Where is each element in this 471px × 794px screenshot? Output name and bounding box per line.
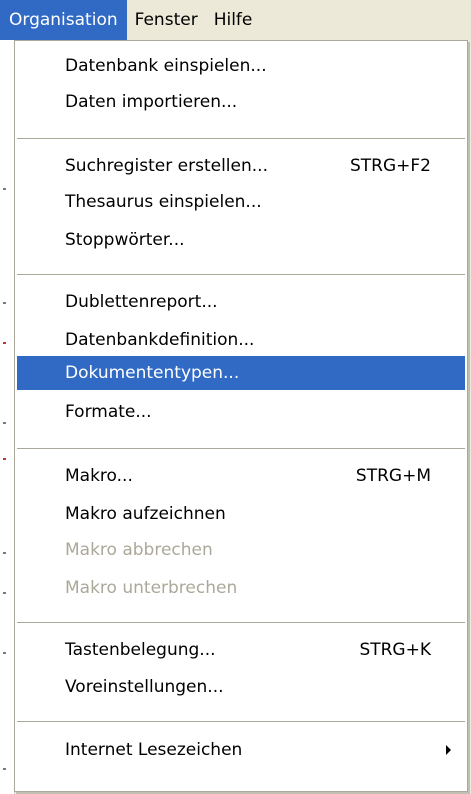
menu-item-label: Tastenbelegung...	[65, 640, 216, 660]
menu-item-datenbankdefinition[interactable]: Datenbankdefinition...	[17, 323, 465, 357]
menu-item-formate[interactable]: Formate...	[17, 395, 465, 429]
menu-item-label: Daten importieren...	[65, 92, 238, 112]
menu-item-shortcut: STRG+F2	[350, 156, 431, 176]
menu-item-label: Formate...	[65, 402, 152, 422]
menu-item-shortcut: STRG+K	[359, 640, 431, 660]
menu-item-label: Makro...	[65, 466, 133, 486]
menu-item-makro-abbrechen: Makro abbrechen	[17, 533, 465, 567]
menu-item-shortcut: STRG+M	[355, 466, 431, 486]
menu-item-label: Voreinstellungen...	[65, 677, 224, 697]
menu-item-dokumententypen[interactable]: Dokumententypen...	[17, 356, 465, 390]
menu-item-thesaurus-einspielen[interactable]: Thesaurus einspielen...	[17, 185, 465, 219]
menu-item-label: Dokumententypen...	[65, 363, 240, 383]
background-window-edge	[0, 40, 15, 794]
menu-separator	[17, 274, 465, 275]
menu-item-label: Stoppwörter...	[65, 230, 185, 250]
menu-separator	[17, 721, 465, 722]
menu-item-label: Internet Lesezeichen	[65, 740, 243, 760]
menu-item-datenbank-einspielen[interactable]: Datenbank einspielen...	[17, 49, 465, 83]
menu-separator	[17, 448, 465, 449]
menu-item-makro-aufzeichnen[interactable]: Makro aufzeichnen	[17, 497, 465, 531]
menu-item-daten-importieren[interactable]: Daten importieren...	[17, 85, 465, 119]
menu-separator	[17, 622, 465, 623]
submenu-arrow-icon	[446, 745, 451, 755]
menu-item-internet-lesezeichen[interactable]: Internet Lesezeichen	[17, 733, 465, 767]
menu-item-label: Makro aufzeichnen	[65, 504, 226, 524]
menu-item-makro-unterbrechen: Makro unterbrechen	[17, 571, 465, 605]
menubar-item-organisation[interactable]: Organisation	[0, 0, 127, 40]
menu-item-label: Makro unterbrechen	[65, 578, 238, 598]
menubar-item-fenster[interactable]: Fenster	[127, 0, 206, 40]
menu-item-label: Datenbankdefinition...	[65, 330, 255, 350]
menu-item-label: Makro abbrechen	[65, 540, 213, 560]
menu-item-stoppwoerter[interactable]: Stoppwörter...	[17, 223, 465, 257]
menu-item-suchregister-erstellen[interactable]: Suchregister erstellen... STRG+F2	[17, 149, 465, 183]
menu-item-label: Datenbank einspielen...	[65, 56, 267, 76]
menu-item-label: Thesaurus einspielen...	[65, 192, 262, 212]
menu-item-voreinstellungen[interactable]: Voreinstellungen...	[17, 670, 465, 704]
menu-separator	[17, 138, 465, 139]
menu-item-dublettenreport[interactable]: Dublettenreport...	[17, 285, 465, 319]
screen: Organisation Fenster Hilfe Datenbank ein…	[0, 0, 471, 794]
menu-item-label: Suchregister erstellen...	[65, 156, 268, 176]
menu-item-label: Dublettenreport...	[65, 292, 218, 312]
menu-item-makro[interactable]: Makro... STRG+M	[17, 459, 465, 493]
menu-bar: Organisation Fenster Hilfe	[0, 0, 471, 40]
organisation-menu: Datenbank einspielen... Daten importiere…	[14, 40, 468, 792]
menubar-item-hilfe[interactable]: Hilfe	[206, 0, 261, 40]
menu-item-tastenbelegung[interactable]: Tastenbelegung... STRG+K	[17, 633, 465, 667]
